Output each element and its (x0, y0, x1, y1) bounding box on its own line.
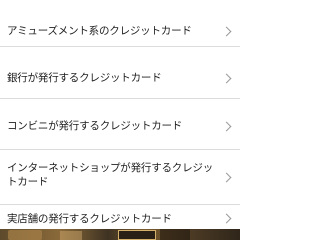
screen: アミューズメント系のクレジットカード 銀行が発行するクレジットカード コンビニが… (0, 0, 240, 240)
list-item-label: 実店舗の発行するクレジットカード (7, 213, 172, 225)
list-item-convenience-store[interactable]: コンビニが発行するクレジットカード (0, 99, 240, 150)
chevron-right-icon (221, 172, 232, 183)
chevron-right-icon (221, 26, 232, 37)
ad-banner[interactable] (0, 229, 240, 240)
list-item-label: アミューズメント系のクレジットカード (7, 25, 192, 37)
chevron-right-icon (221, 213, 232, 224)
list-item-label: コンビニが発行するクレジットカード (7, 120, 183, 132)
list-item-label: 銀行が発行するクレジットカード (7, 72, 162, 84)
ad-banner-logo (118, 230, 156, 240)
ad-banner-image (8, 230, 42, 240)
list-item-internet-shop[interactable]: インターネットショップが発行するクレジットカード (0, 150, 240, 205)
chevron-right-icon (221, 73, 232, 84)
list-item-label: インターネットショップが発行するクレジットカード (7, 162, 213, 188)
list-item-bank[interactable]: 銀行が発行するクレジットカード (0, 47, 240, 99)
ad-banner-image (60, 231, 82, 240)
list-item-amusement[interactable]: アミューズメント系のクレジットカード (0, 0, 240, 47)
chevron-right-icon (221, 121, 232, 132)
ad-banner-image (160, 229, 190, 240)
